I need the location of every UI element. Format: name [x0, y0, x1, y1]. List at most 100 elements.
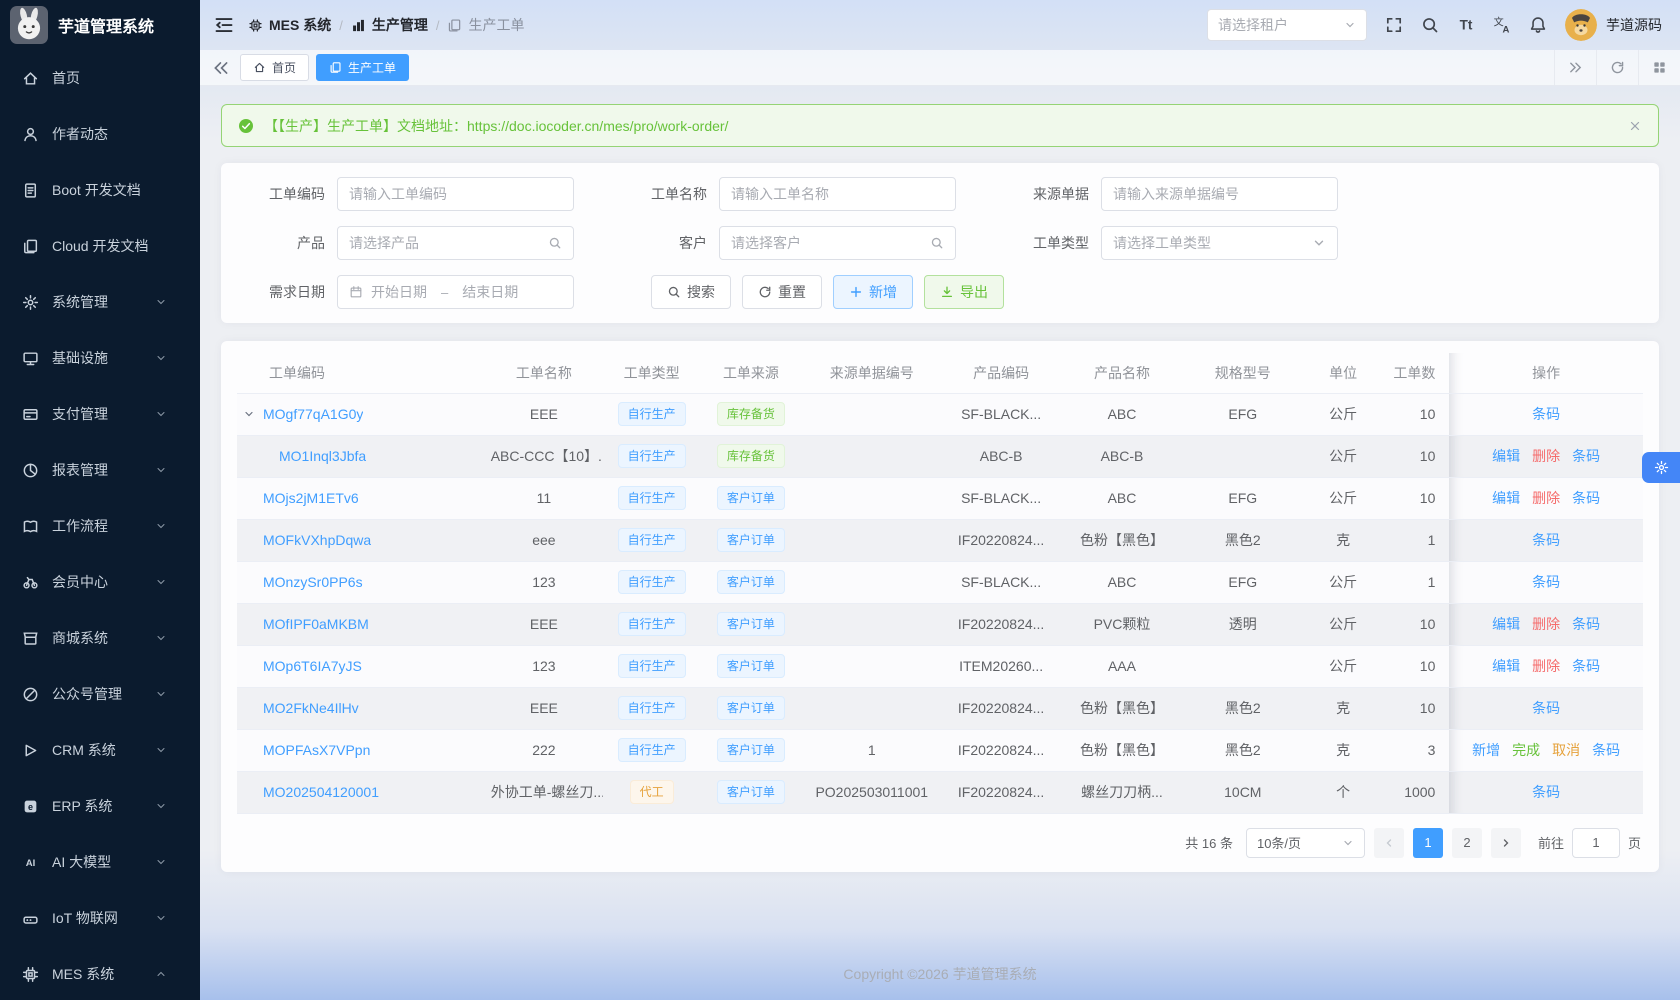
expand-row-toggle[interactable] [243, 408, 263, 420]
product-select-field[interactable] [349, 235, 542, 251]
product-select[interactable] [337, 226, 574, 260]
customer-select-field[interactable] [731, 235, 924, 251]
product-name-cell: ABC [1060, 561, 1183, 603]
sidebar-item-home[interactable]: 首页 [0, 50, 200, 106]
row-action-link[interactable]: 条码 [1592, 740, 1620, 760]
work-order-type-select-field[interactable] [1113, 235, 1306, 251]
sidebar-item-mes[interactable]: MES 系统 [0, 946, 200, 1000]
row-action-link[interactable]: 编辑 [1492, 488, 1520, 508]
row-action-link[interactable]: 编辑 [1492, 614, 1520, 634]
layout-grid-button[interactable] [1638, 50, 1680, 85]
row-action-link[interactable]: 删除 [1532, 488, 1560, 508]
font-size-icon[interactable]: Tt [1457, 16, 1475, 34]
row-action-link[interactable]: 条码 [1572, 614, 1600, 634]
scroll-tabs-left-icon[interactable] [212, 59, 230, 77]
sidebar-item-iot[interactable]: IoT 物联网 [0, 890, 200, 946]
sidebar-item-bank-card[interactable]: 支付管理 [0, 386, 200, 442]
reset-button[interactable]: 重置 [742, 275, 822, 309]
sidebar-item-erp[interactable]: eERP 系统 [0, 778, 200, 834]
work-order-code-link[interactable]: MO1Inql3Jbfa [279, 448, 366, 464]
translate-icon[interactable]: 文A [1493, 16, 1511, 34]
row-action-link[interactable]: 条码 [1572, 446, 1600, 466]
row-action-link[interactable]: 删除 [1532, 446, 1560, 466]
source-doc-input-field[interactable] [1113, 186, 1326, 202]
customer-select[interactable] [719, 226, 956, 260]
work-order-code-link[interactable]: MOfIPF0aMKBM [263, 616, 369, 632]
work-order-name-input-field[interactable] [731, 186, 944, 202]
row-action-link[interactable]: 条码 [1532, 572, 1560, 592]
add-button[interactable]: 新增 [833, 275, 913, 309]
work-order-code-link[interactable]: MOgf77qA1G0y [263, 406, 363, 422]
work-order-code-input-field[interactable] [349, 186, 562, 202]
refresh-page-button[interactable] [1596, 50, 1638, 85]
demand-date-range-picker[interactable]: 开始日期 – 结束日期 [337, 275, 574, 309]
sidebar-item-label: 作者动态 [52, 124, 108, 144]
sidebar-item-user[interactable]: 作者动态 [0, 106, 200, 162]
pagination: 共 16 条 10条/页 1 2 前往 [237, 828, 1643, 858]
work-order-code-link[interactable]: MOPFAsX7VPpn [263, 742, 370, 758]
work-order-code-link[interactable]: MOFkVXhpDqwa [263, 532, 371, 548]
sidebar-item-document[interactable]: Boot 开发文档 [0, 162, 200, 218]
work-order-code-link[interactable]: MOnzySr0PP6s [263, 574, 363, 590]
row-action-link[interactable]: 条码 [1532, 404, 1560, 424]
row-action-link[interactable]: 删除 [1532, 614, 1560, 634]
export-button[interactable]: 导出 [924, 275, 1004, 309]
tab-home[interactable]: 首页 [240, 54, 309, 81]
page-button-2[interactable]: 2 [1452, 828, 1482, 858]
theme-settings-button[interactable] [1642, 452, 1680, 483]
prev-page-button[interactable] [1374, 828, 1404, 858]
work-order-code-link[interactable]: MOjs2jM1ETv6 [263, 490, 359, 506]
source-doc-input[interactable] [1101, 177, 1338, 211]
work-order-code-link[interactable]: MO202504120001 [263, 784, 379, 800]
work-order-code-link[interactable]: MOp6T6IA7yJS [263, 658, 362, 674]
page-button-1[interactable]: 1 [1413, 828, 1443, 858]
sidebar-item-pie-chart[interactable]: 报表管理 [0, 442, 200, 498]
close-icon[interactable] [1628, 119, 1642, 133]
field-label: 工单名称 [619, 184, 719, 204]
menu-fold-icon[interactable] [214, 15, 234, 35]
row-action-link[interactable]: 条码 [1572, 656, 1600, 676]
tenant-select[interactable]: 请选择租户 [1207, 9, 1367, 41]
sidebar-item-monitor[interactable]: 基础设施 [0, 330, 200, 386]
bell-icon[interactable] [1529, 16, 1547, 34]
work-order-code-input[interactable] [337, 177, 574, 211]
sidebar-item-copy-document[interactable]: Cloud 开发文档 [0, 218, 200, 274]
next-page-button[interactable] [1491, 828, 1521, 858]
doc-link[interactable]: https://doc.iocoder.cn/mes/pro/work-orde… [467, 118, 728, 134]
search-button[interactable]: 搜索 [651, 275, 731, 309]
work-order-name-input[interactable] [719, 177, 956, 211]
row-action-link[interactable]: 取消 [1552, 740, 1580, 760]
work-order-type-cell: 自行生产 [603, 519, 700, 561]
search-icon[interactable] [1421, 16, 1439, 34]
breadcrumb-item-mes[interactable]: MES 系统 [248, 15, 331, 35]
breadcrumb-item-production[interactable]: 生产管理 [351, 15, 428, 35]
work-order-code-link[interactable]: MO2FkNe4IlHv [263, 700, 359, 716]
sidebar-item-gear[interactable]: 系统管理 [0, 274, 200, 330]
sidebar-item-member[interactable]: 会员中心 [0, 554, 200, 610]
tab-work-order[interactable]: 生产工单 [316, 54, 409, 81]
fullscreen-icon[interactable] [1385, 16, 1403, 34]
row-action-link[interactable]: 编辑 [1492, 656, 1520, 676]
row-action-link[interactable]: 新增 [1472, 740, 1500, 760]
refresh-icon [758, 285, 772, 299]
sidebar-item-crm[interactable]: CRM 系统 [0, 722, 200, 778]
sidebar-item-label: ERP 系统 [52, 796, 112, 816]
row-action-link[interactable]: 删除 [1532, 656, 1560, 676]
row-action-link[interactable]: 条码 [1572, 488, 1600, 508]
goto-page-input[interactable] [1572, 828, 1620, 858]
sidebar-logo[interactable]: 芋道管理系统 [0, 0, 200, 50]
sidebar-item-ai[interactable]: AIAI 大模型 [0, 834, 200, 890]
sidebar-item-workflow[interactable]: 工作流程 [0, 498, 200, 554]
work-order-type-select[interactable] [1101, 226, 1338, 260]
row-action-link[interactable]: 条码 [1532, 698, 1560, 718]
scroll-tabs-right-button[interactable] [1554, 50, 1596, 85]
page-size-select[interactable]: 10条/页 [1246, 828, 1365, 858]
row-action-link[interactable]: 完成 [1512, 740, 1540, 760]
row-action-link[interactable]: 条码 [1532, 782, 1560, 802]
sidebar-item-official-account[interactable]: 公众号管理 [0, 666, 200, 722]
row-action-link[interactable]: 编辑 [1492, 446, 1520, 466]
status-tag: 自行生产 [618, 402, 686, 426]
sidebar-item-shop[interactable]: 商城系统 [0, 610, 200, 666]
row-action-link[interactable]: 条码 [1532, 530, 1560, 550]
user-menu[interactable]: 芋道源码 [1565, 9, 1662, 41]
